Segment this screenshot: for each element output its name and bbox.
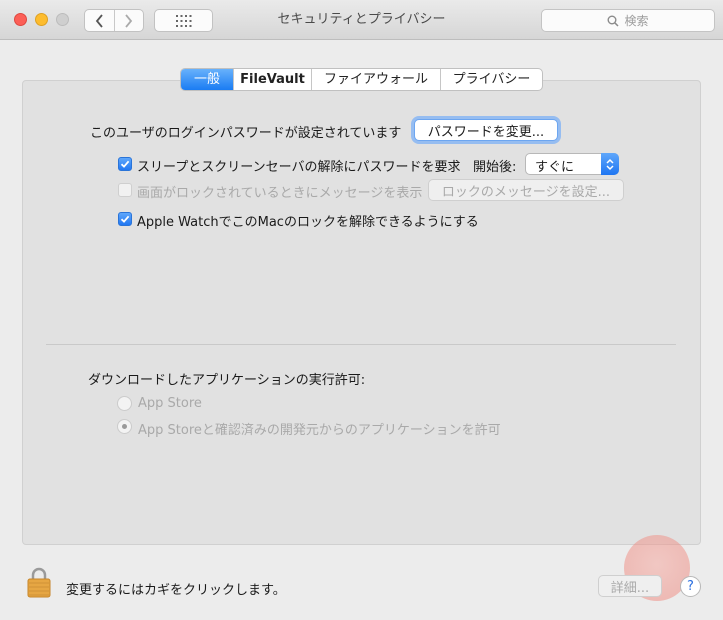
window-title: セキュリティとプライバシー <box>277 12 446 27</box>
updown-arrows-icon <box>601 153 619 175</box>
help-button[interactable]: ? <box>680 576 701 597</box>
back-button[interactable] <box>85 10 114 31</box>
lock-icon[interactable] <box>27 566 51 598</box>
apple-watch-unlock-checkbox[interactable] <box>118 212 132 226</box>
radio-app-store[interactable] <box>117 396 132 411</box>
password-delay-select[interactable]: すぐに <box>525 153 619 175</box>
title-bar: セキュリティとプライバシー 検索 <box>0 0 723 40</box>
set-lock-message-button[interactable]: ロックのメッセージを設定... <box>428 179 624 201</box>
checkmark-icon <box>120 160 130 168</box>
section-divider <box>46 344 676 345</box>
lock-instruction-text: 変更するにはカギをクリックします。 <box>66 583 286 598</box>
close-window-button[interactable] <box>14 13 27 26</box>
lock-message-label: 画面がロックされているときにメッセージを表示 <box>137 186 423 201</box>
password-status-text: このユーザのログインパスワードが設定されています <box>90 126 402 141</box>
zoom-window-button[interactable] <box>56 13 69 26</box>
password-delay-value: すぐに <box>535 160 575 175</box>
checkmark-icon <box>120 215 130 223</box>
radio-app-store-identified-label: App Storeと確認済みの開発元からのアプリケーションを許可 <box>138 423 501 438</box>
tab-general[interactable]: 一般 <box>181 69 233 90</box>
lock-message-checkbox[interactable] <box>118 183 132 197</box>
chevron-right-icon <box>125 13 133 28</box>
chevron-left-icon <box>95 13 103 28</box>
tab-firewall[interactable]: ファイアウォール <box>311 69 440 90</box>
search-field[interactable]: 検索 <box>541 9 715 32</box>
radio-app-store-label: App Store <box>138 396 202 411</box>
change-password-button[interactable]: パスワードを変更... <box>414 119 558 141</box>
search-icon <box>607 15 620 27</box>
tab-filevault[interactable]: FileVault <box>233 69 311 90</box>
downloads-heading: ダウンロードしたアプリケーションの実行許可: <box>88 373 366 388</box>
forward-button[interactable] <box>113 10 144 31</box>
tab-bar: 一般 FileVault ファイアウォール プライバシー <box>180 68 543 91</box>
minimize-window-button[interactable] <box>35 13 48 26</box>
grid-icon <box>175 14 191 27</box>
search-placeholder: 検索 <box>624 14 649 28</box>
require-password-checkbox[interactable] <box>118 157 132 171</box>
require-password-label: スリープとスクリーンセーバの解除にパスワードを要求 <box>137 160 461 175</box>
apple-watch-unlock-label: Apple WatchでこのMacのロックを解除できるようにする <box>137 215 479 230</box>
radio-app-store-identified[interactable] <box>117 419 132 434</box>
radio-selected-dot <box>122 424 127 429</box>
delay-label: 開始後: <box>473 160 517 175</box>
tab-privacy[interactable]: プライバシー <box>440 69 542 90</box>
settings-panel <box>22 80 701 545</box>
advanced-button[interactable]: 詳細... <box>598 575 662 597</box>
back-forward-control <box>84 9 144 32</box>
